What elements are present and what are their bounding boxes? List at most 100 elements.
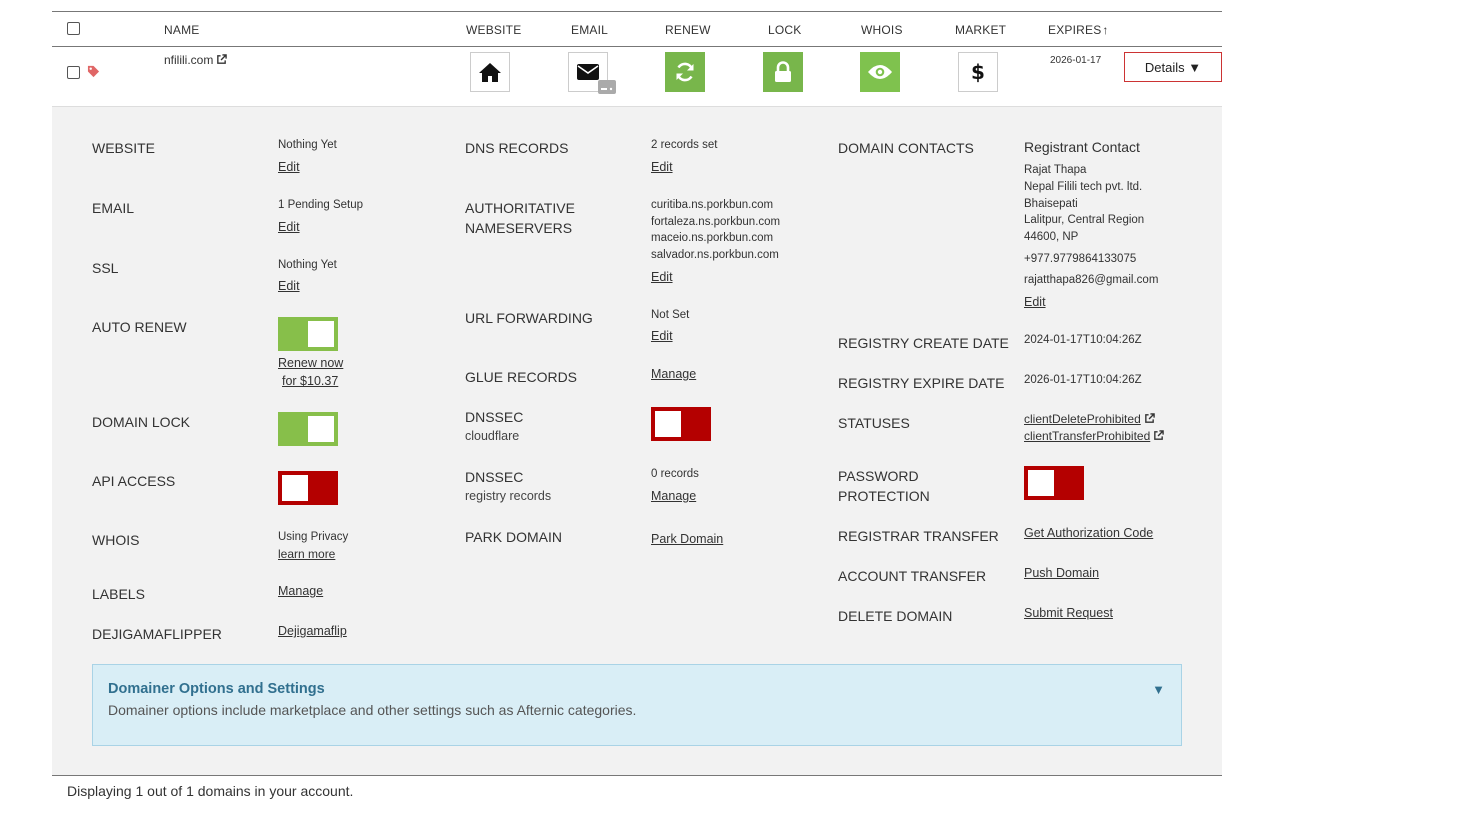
password-protection-label-2: PROTECTION bbox=[838, 488, 930, 504]
auto-renew-toggle[interactable] bbox=[278, 317, 338, 351]
chevron-down-icon[interactable]: ▼ bbox=[1152, 682, 1165, 697]
website-label: WEBSITE bbox=[92, 140, 156, 156]
lock-button[interactable] bbox=[763, 52, 803, 92]
domain-contacts-label: DOMAIN CONTACTS bbox=[838, 140, 974, 156]
details-panel: WEBSITE Nothing Yet Edit EMAIL 1 Pending… bbox=[52, 107, 1222, 776]
dnssec-registry-manage-link[interactable]: Manage bbox=[651, 489, 696, 503]
labels-manage-link[interactable]: Manage bbox=[278, 584, 323, 598]
toggle-knob bbox=[308, 416, 334, 442]
ssl-value: Nothing Yet bbox=[278, 259, 337, 271]
nameservers-edit-link[interactable]: Edit bbox=[651, 270, 673, 284]
header-website[interactable]: WEBSITE bbox=[466, 23, 521, 37]
tag-icon[interactable] bbox=[87, 65, 100, 78]
url-forwarding-label: URL FORWARDING bbox=[465, 310, 593, 326]
header-expires-label: EXPIRES bbox=[1048, 23, 1102, 37]
dnssec-cloudflare-toggle[interactable] bbox=[651, 407, 711, 441]
envelope-icon bbox=[577, 64, 599, 80]
registry-create-date-value: 2024-01-17T10:04:26Z bbox=[1024, 334, 1142, 346]
contact-line-3: Bhaisepati bbox=[1024, 198, 1078, 210]
glue-records-label: GLUE RECORDS bbox=[465, 369, 578, 385]
toggle-knob bbox=[282, 475, 308, 501]
ssl-edit-link[interactable]: Edit bbox=[278, 279, 300, 293]
registry-create-date-label: REGISTRY CREATE DATE bbox=[838, 335, 1009, 351]
email-value: 1 Pending Setup bbox=[278, 199, 364, 211]
dnssec-cloudflare-label: DNSSEC bbox=[465, 409, 524, 425]
website-value: Nothing Yet bbox=[278, 139, 337, 151]
registrar-transfer-label: REGISTRAR TRANSFER bbox=[838, 528, 999, 544]
password-protection-toggle[interactable] bbox=[1024, 466, 1084, 500]
website-button[interactable] bbox=[470, 52, 510, 92]
header-name[interactable]: NAME bbox=[164, 23, 199, 37]
domainer-options-panel[interactable]: Domainer Options and Settings Domainer o… bbox=[92, 664, 1182, 746]
nameserver-2: fortaleza.ns.porkbun.com bbox=[651, 216, 781, 228]
renew-now-link[interactable]: Renew now bbox=[278, 356, 343, 370]
registrant-contact-title: Registrant Contact bbox=[1024, 139, 1140, 155]
domain-name[interactable]: nfilili.com bbox=[164, 53, 228, 67]
toggle-knob bbox=[655, 411, 681, 437]
url-forwarding-edit-link[interactable]: Edit bbox=[651, 329, 673, 343]
lock-icon bbox=[775, 61, 791, 82]
dns-records-edit-link[interactable]: Edit bbox=[651, 160, 673, 174]
email-edit-link[interactable]: Edit bbox=[278, 220, 300, 234]
domain-name-text: nfilili.com bbox=[164, 53, 214, 67]
table-header: NAME WEBSITE EMAIL RENEW LOCK WHOIS MARK… bbox=[52, 11, 1222, 47]
dnssec-registry-label: DNSSEC bbox=[465, 469, 524, 485]
refresh-icon bbox=[676, 62, 694, 82]
auto-renew-label: AUTO RENEW bbox=[92, 319, 187, 335]
email-button[interactable] bbox=[568, 52, 616, 94]
header-expires[interactable]: EXPIRES↑ bbox=[1048, 23, 1109, 37]
whois-button[interactable] bbox=[860, 52, 900, 92]
contact-email: rajatthapa826@gmail.com bbox=[1024, 274, 1159, 286]
renew-button[interactable] bbox=[665, 52, 705, 92]
header-renew[interactable]: RENEW bbox=[665, 23, 711, 37]
header-lock[interactable]: LOCK bbox=[768, 23, 801, 37]
nameserver-1: curitiba.ns.porkbun.com bbox=[651, 199, 774, 211]
header-email[interactable]: EMAIL bbox=[571, 23, 608, 37]
get-authorization-code-link[interactable]: Get Authorization Code bbox=[1024, 526, 1153, 540]
dejigamaflipper-label: DEJIGAMAFLIPPER bbox=[92, 626, 222, 642]
whois-learn-more-link[interactable]: learn more bbox=[278, 547, 335, 561]
email-label: EMAIL bbox=[92, 200, 135, 216]
header-market[interactable]: MARKET bbox=[955, 23, 1006, 37]
header-whois[interactable]: WHOIS bbox=[861, 23, 903, 37]
registry-expire-date-label: REGISTRY EXPIRE DATE bbox=[838, 375, 1005, 391]
dns-records-value: 2 records set bbox=[651, 139, 718, 151]
market-button[interactable]: $ bbox=[958, 52, 998, 92]
park-domain-link[interactable]: Park Domain bbox=[651, 532, 723, 546]
park-domain-label: PARK DOMAIN bbox=[465, 529, 562, 545]
status-transfer-prohibited-link[interactable]: clientTransferProhibited bbox=[1024, 429, 1165, 443]
api-access-toggle[interactable] bbox=[278, 471, 338, 505]
nameservers-label-1: AUTHORITATIVE bbox=[465, 200, 575, 216]
push-domain-link[interactable]: Push Domain bbox=[1024, 566, 1099, 580]
domain-lock-label: DOMAIN LOCK bbox=[92, 414, 191, 430]
labels-label: LABELS bbox=[92, 586, 145, 602]
dejigamaflip-link[interactable]: Dejigamaflip bbox=[278, 624, 347, 638]
renew-price-link[interactable]: for $10.37 bbox=[282, 374, 338, 388]
details-button[interactable]: Details ▼ bbox=[1124, 52, 1222, 82]
row-checkbox[interactable] bbox=[67, 66, 80, 79]
status-delete-prohibited-text: clientDeleteProhibited bbox=[1024, 412, 1141, 426]
nameserver-3: maceio.ns.porkbun.com bbox=[651, 232, 774, 244]
account-transfer-label: ACCOUNT TRANSFER bbox=[838, 568, 987, 584]
password-protection-label-1: PASSWORD bbox=[838, 468, 919, 484]
dnssec-cloudflare-sub: cloudflare bbox=[465, 429, 520, 443]
contacts-edit-link[interactable]: Edit bbox=[1024, 295, 1046, 309]
ssl-label: SSL bbox=[92, 260, 119, 276]
toggle-knob bbox=[1028, 470, 1054, 496]
nameserver-4: salvador.ns.porkbun.com bbox=[651, 249, 779, 261]
external-link-icon bbox=[1154, 430, 1165, 440]
select-all-checkbox[interactable] bbox=[67, 22, 80, 35]
contact-line-4: Lalitpur, Central Region bbox=[1024, 214, 1145, 226]
domain-lock-toggle[interactable] bbox=[278, 412, 338, 446]
glue-records-manage-link[interactable]: Manage bbox=[651, 367, 696, 381]
eye-icon bbox=[868, 65, 892, 79]
domainer-options-description: Domainer options include marketplace and… bbox=[108, 702, 637, 718]
whois-label: WHOIS bbox=[92, 532, 140, 548]
status-delete-prohibited-link[interactable]: clientDeleteProhibited bbox=[1024, 412, 1155, 426]
submit-request-link[interactable]: Submit Request bbox=[1024, 606, 1113, 620]
domainer-options-title[interactable]: Domainer Options and Settings bbox=[108, 681, 325, 697]
dnssec-registry-sub: registry records bbox=[465, 489, 552, 503]
url-forwarding-value: Not Set bbox=[651, 309, 690, 321]
dnssec-registry-value: 0 records bbox=[651, 468, 699, 480]
website-edit-link[interactable]: Edit bbox=[278, 160, 300, 174]
